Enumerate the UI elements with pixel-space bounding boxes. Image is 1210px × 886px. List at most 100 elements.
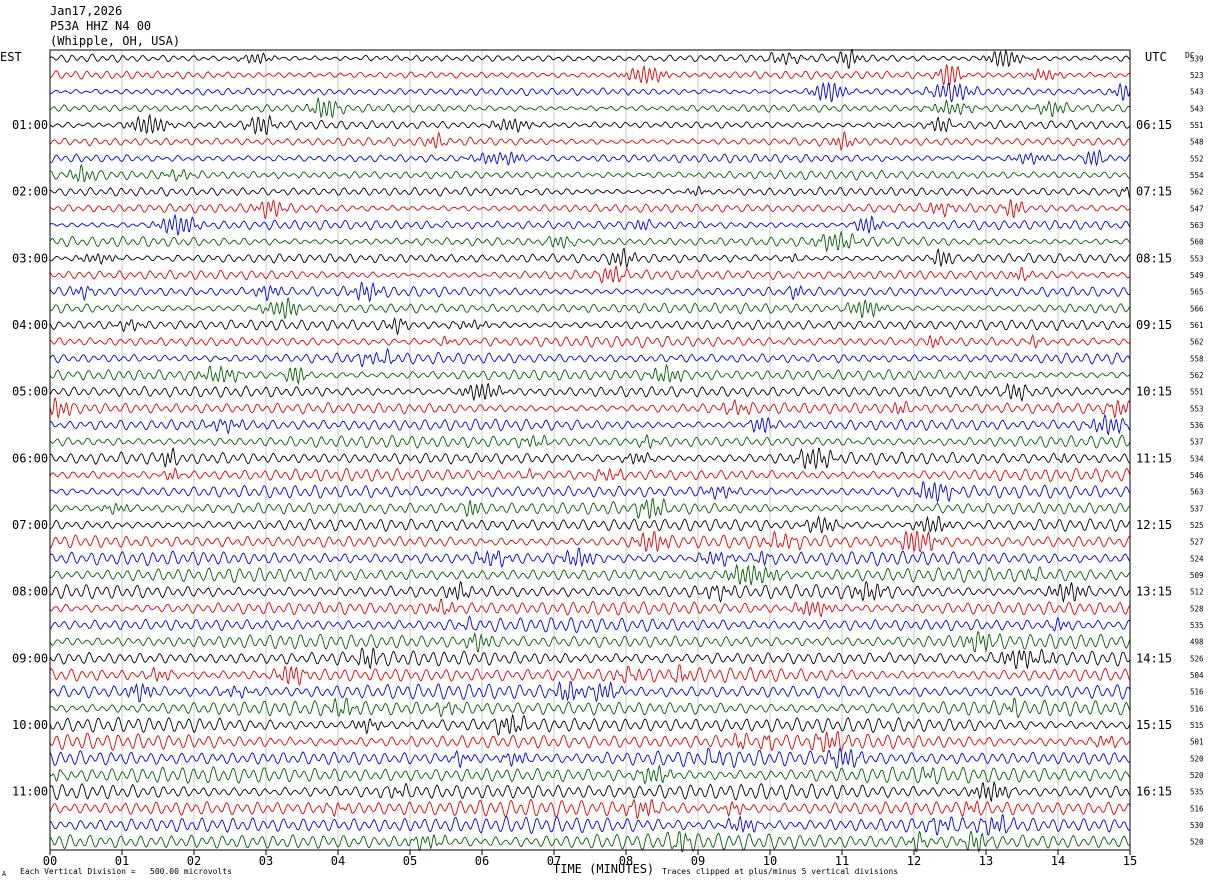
dc-offset-label: 546: [1190, 471, 1204, 480]
x-tick-label: 11: [835, 854, 849, 868]
trace-line: [49, 646, 1131, 670]
dc-offset-label: 554: [1190, 171, 1204, 180]
dc-offset-label: 515: [1190, 721, 1204, 730]
trace-line: [49, 497, 1131, 520]
corner-mark: A: [2, 870, 7, 878]
trace-line: [49, 247, 1131, 269]
trace-line: [49, 113, 1131, 136]
trace-line: [49, 230, 1131, 253]
dc-offset-label: 563: [1190, 488, 1204, 497]
dc-offset-label: 520: [1190, 771, 1204, 780]
trace-line: [50, 413, 1131, 436]
dc-offset-label: 552: [1190, 154, 1204, 163]
dc-offset-label: 558: [1190, 354, 1204, 363]
dc-offset-label: 551: [1190, 121, 1204, 130]
trace-line: [49, 547, 1131, 568]
trace-line: [49, 580, 1131, 604]
right-time-label: 14:15: [1136, 651, 1172, 665]
dc-offset-label: 528: [1190, 604, 1204, 613]
dc-offset-label: 527: [1190, 538, 1204, 547]
right-time-label: 13:15: [1136, 585, 1172, 599]
trace-line: [49, 780, 1131, 803]
x-tick-label: 13: [979, 854, 993, 868]
left-time-label: 11:00: [12, 785, 48, 799]
trace-line: [49, 198, 1131, 220]
dc-offset-label: 501: [1190, 738, 1204, 747]
trace-line: [49, 213, 1131, 237]
trace-line: [49, 747, 1131, 770]
trace-line: [49, 680, 1131, 703]
left-time-label: 01:00: [12, 118, 48, 132]
trace-line: [49, 467, 1131, 483]
x-tick-label: 03: [259, 854, 273, 868]
dc-offset-label: 561: [1190, 321, 1204, 330]
x-tick-label: 06: [475, 854, 489, 868]
dc-offset-label: 553: [1190, 254, 1204, 263]
dc-offset-label: 523: [1190, 71, 1204, 80]
trace-line: [49, 480, 1131, 504]
right-time-label: 16:15: [1136, 785, 1172, 799]
right-time-label: 15:15: [1136, 718, 1172, 732]
dc-offset-label: 560: [1190, 238, 1204, 247]
trace-line: [49, 731, 1131, 753]
trace-line: [49, 264, 1131, 284]
dc-offset-label: 530: [1190, 821, 1204, 830]
x-tick-label: 00: [43, 854, 57, 868]
dc-offset-label: 566: [1190, 304, 1204, 313]
trace-line: [49, 149, 1131, 167]
trace-line: [49, 281, 1131, 303]
dc-offset-label: 562: [1190, 371, 1204, 380]
right-time-label: 12:15: [1136, 518, 1172, 532]
x-axis-label: TIME (MINUTES): [553, 862, 655, 876]
trace-line: [49, 814, 1131, 836]
dc-offset-label: 524: [1190, 554, 1204, 563]
trace-line: [49, 830, 1131, 854]
left-time-label: 10:00: [12, 718, 48, 732]
left-time-label: 07:00: [12, 518, 48, 532]
left-time-label: 02:00: [12, 185, 48, 199]
dc-offset-label: 516: [1190, 704, 1204, 713]
dc-offset-label: 536: [1190, 421, 1204, 430]
trace-line: [49, 530, 1131, 553]
dc-offset-label: 543: [1190, 104, 1204, 113]
dc-offset-label: 512: [1190, 588, 1204, 597]
trace-line: [49, 297, 1131, 320]
helicorder-plot: EST UTC DC 00 01 02 03 04 05 06 07 08 09 10 11 12 13 1…: [0, 48, 1204, 868]
trace-line: [49, 447, 1131, 471]
trace-line: [49, 764, 1131, 785]
grid: [121, 50, 1059, 850]
x-tick-label: 09: [691, 854, 705, 868]
trace-line: [49, 434, 1131, 450]
trace-line: [49, 81, 1131, 103]
x-tick-label: 15: [1123, 854, 1137, 868]
dc-offset-label: 551: [1190, 388, 1204, 397]
trace-line: [49, 563, 1131, 586]
right-time-label: 07:15: [1136, 185, 1172, 199]
left-time-label: 05:00: [12, 385, 48, 399]
trace-line: [49, 697, 1131, 719]
trace-line: [49, 316, 1131, 336]
right-axis-title: UTC: [1145, 50, 1167, 64]
trace-line: [49, 382, 1131, 403]
right-time-label: 06:15: [1136, 118, 1172, 132]
dc-offset-label: 543: [1190, 88, 1204, 97]
trace-line: [49, 615, 1131, 634]
left-time-label: 08:00: [12, 585, 48, 599]
dc-offset-label: 509: [1190, 571, 1204, 580]
x-tick-label: 12: [907, 854, 921, 868]
trace-line: [49, 598, 1131, 618]
left-time-label: 09:00: [12, 651, 48, 665]
dc-offset-label: 537: [1190, 504, 1204, 513]
dc-offset-label: 563: [1190, 221, 1204, 230]
x-tick-label: 14: [1051, 854, 1065, 868]
left-time-label: 03:00: [12, 251, 48, 265]
trace-line: [49, 96, 1131, 119]
left-time-label: 04:00: [12, 318, 48, 332]
trace-line: [49, 713, 1131, 736]
dc-offset-label: 535: [1190, 621, 1204, 630]
trace-group: [49, 48, 1131, 854]
right-time-label: 10:15: [1136, 385, 1172, 399]
dc-offset-label: 516: [1190, 804, 1204, 813]
x-tick-label: 05: [403, 854, 417, 868]
trace-line: [49, 333, 1131, 350]
